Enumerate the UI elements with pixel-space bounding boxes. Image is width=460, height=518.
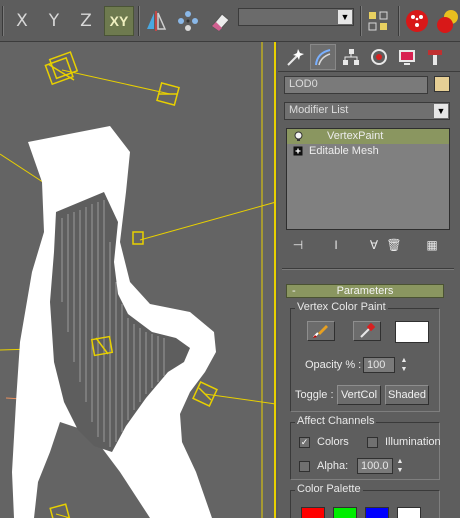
alpha-checkbox[interactable] [299,461,310,472]
modifier-list-label: Modifier List [289,104,349,116]
mirror-icon[interactable] [142,6,170,36]
vertcol-button[interactable]: VertCol [337,385,381,405]
paint-color-swatch[interactable] [395,321,429,343]
viewport-scene [0,42,274,518]
light-gizmo [44,51,79,86]
configure-modifier-sets-icon[interactable]: ▦ [422,236,442,254]
colors-label: Colors [317,436,349,448]
axis-x-button[interactable]: X [10,6,34,36]
show-end-result-icon[interactable]: I [326,236,346,254]
axis-z-button[interactable]: Z [74,6,98,36]
affect-channels-group: Affect Channels ✓ Colors Illumination Al… [290,415,441,480]
modify-tab-icon[interactable] [310,44,336,70]
light-gizmo [132,231,144,245]
light-gizmo [156,82,180,106]
opacity-spinner[interactable]: ▲ ▼ [399,357,409,373]
pick-color-button[interactable] [353,321,381,341]
utilities-tab-icon[interactable] [422,44,448,70]
colors-checkbox[interactable]: ✓ [299,437,310,448]
modifier-list-dropdown[interactable]: Modifier List ▼ [284,102,450,120]
eraser-icon[interactable] [206,6,234,36]
group-label: Color Palette [295,483,363,495]
modifier-stack: VertexPaint Editable Mesh [286,128,450,230]
stack-item-editable-mesh[interactable]: Editable Mesh [287,144,449,159]
opacity-field[interactable]: 100 [363,357,395,373]
alpha-spinner[interactable]: ▲ ▼ [395,458,405,474]
lightbulb-icon[interactable] [293,131,304,142]
pin-stack-icon[interactable]: ⊣ [288,236,308,254]
axis-xy-button[interactable]: XY [104,6,134,36]
group-label: Affect Channels [295,415,377,427]
group-label: Vertex Color Paint [295,301,388,313]
command-panel: LOD0 Modifier List ▼ VertexPaint Editabl… [278,42,460,518]
parameters-rollout-header[interactable]: - Parameters [286,284,444,298]
opacity-label: Opacity % : [305,359,362,371]
align-icon[interactable] [364,6,392,36]
stack-item-vertexpaint[interactable]: VertexPaint [287,129,449,144]
render-setup-icon[interactable] [402,6,432,36]
stack-item-label: VertexPaint [327,130,384,142]
stack-buttons: ⊣ I ∀ 🗑 ▦ [278,234,460,256]
object-name-field[interactable]: LOD0 [284,76,428,94]
illumination-label: Illumination [385,436,441,448]
palette-swatch-white[interactable] [397,507,421,518]
paintbrush-icon [313,325,328,338]
motion-tab-icon[interactable] [366,44,392,70]
quick-render-icon[interactable] [434,6,460,36]
light-gizmo [192,381,218,407]
palette-swatch-red[interactable] [301,507,325,518]
paint-brush-button[interactable] [307,321,335,341]
object-color-swatch[interactable] [434,76,450,92]
color-palette-group: Color Palette [290,483,440,518]
alpha-label: Alpha: [317,460,349,472]
toolbar-separator [398,6,400,36]
illumination-checkbox[interactable] [367,437,378,448]
axis-y-button[interactable]: Y [42,6,66,36]
toolbar-separator [138,6,140,36]
stack-item-label: Editable Mesh [309,145,379,157]
toggle-label: Toggle : [295,389,334,401]
main-toolbar: X Y Z XY ▼ [0,0,460,42]
toolbar-separator [2,6,4,36]
make-unique-icon[interactable]: ∀ [364,236,384,254]
rollout-title: Parameters [336,285,394,297]
chevron-down-icon: ▼ [434,104,448,118]
chevron-down-icon: ▼ [338,10,352,24]
expand-plus-icon[interactable] [293,146,304,157]
shaded-button[interactable]: Shaded [385,385,429,405]
create-tab-icon[interactable] [282,44,308,70]
eyedropper-icon [360,323,376,338]
toolbar-separator [360,6,362,36]
palette-swatch-green[interactable] [333,507,357,518]
perspective-viewport[interactable] [0,42,276,518]
palette-swatch-blue[interactable] [365,507,389,518]
display-tab-icon[interactable] [394,44,420,70]
command-panel-tabs [278,42,460,72]
array-icon[interactable] [174,6,202,36]
remove-modifier-icon[interactable]: 🗑 [384,236,404,254]
vertex-color-paint-group: Vertex Color Paint Opacity % : 100 ▲ ▼ To… [290,301,440,412]
hierarchy-tab-icon[interactable] [338,44,364,70]
panel-divider [282,268,454,270]
light-gizmo [49,503,71,518]
named-selection-dropdown[interactable]: ▼ [238,8,354,26]
alpha-field[interactable]: 100.0 [357,458,393,474]
